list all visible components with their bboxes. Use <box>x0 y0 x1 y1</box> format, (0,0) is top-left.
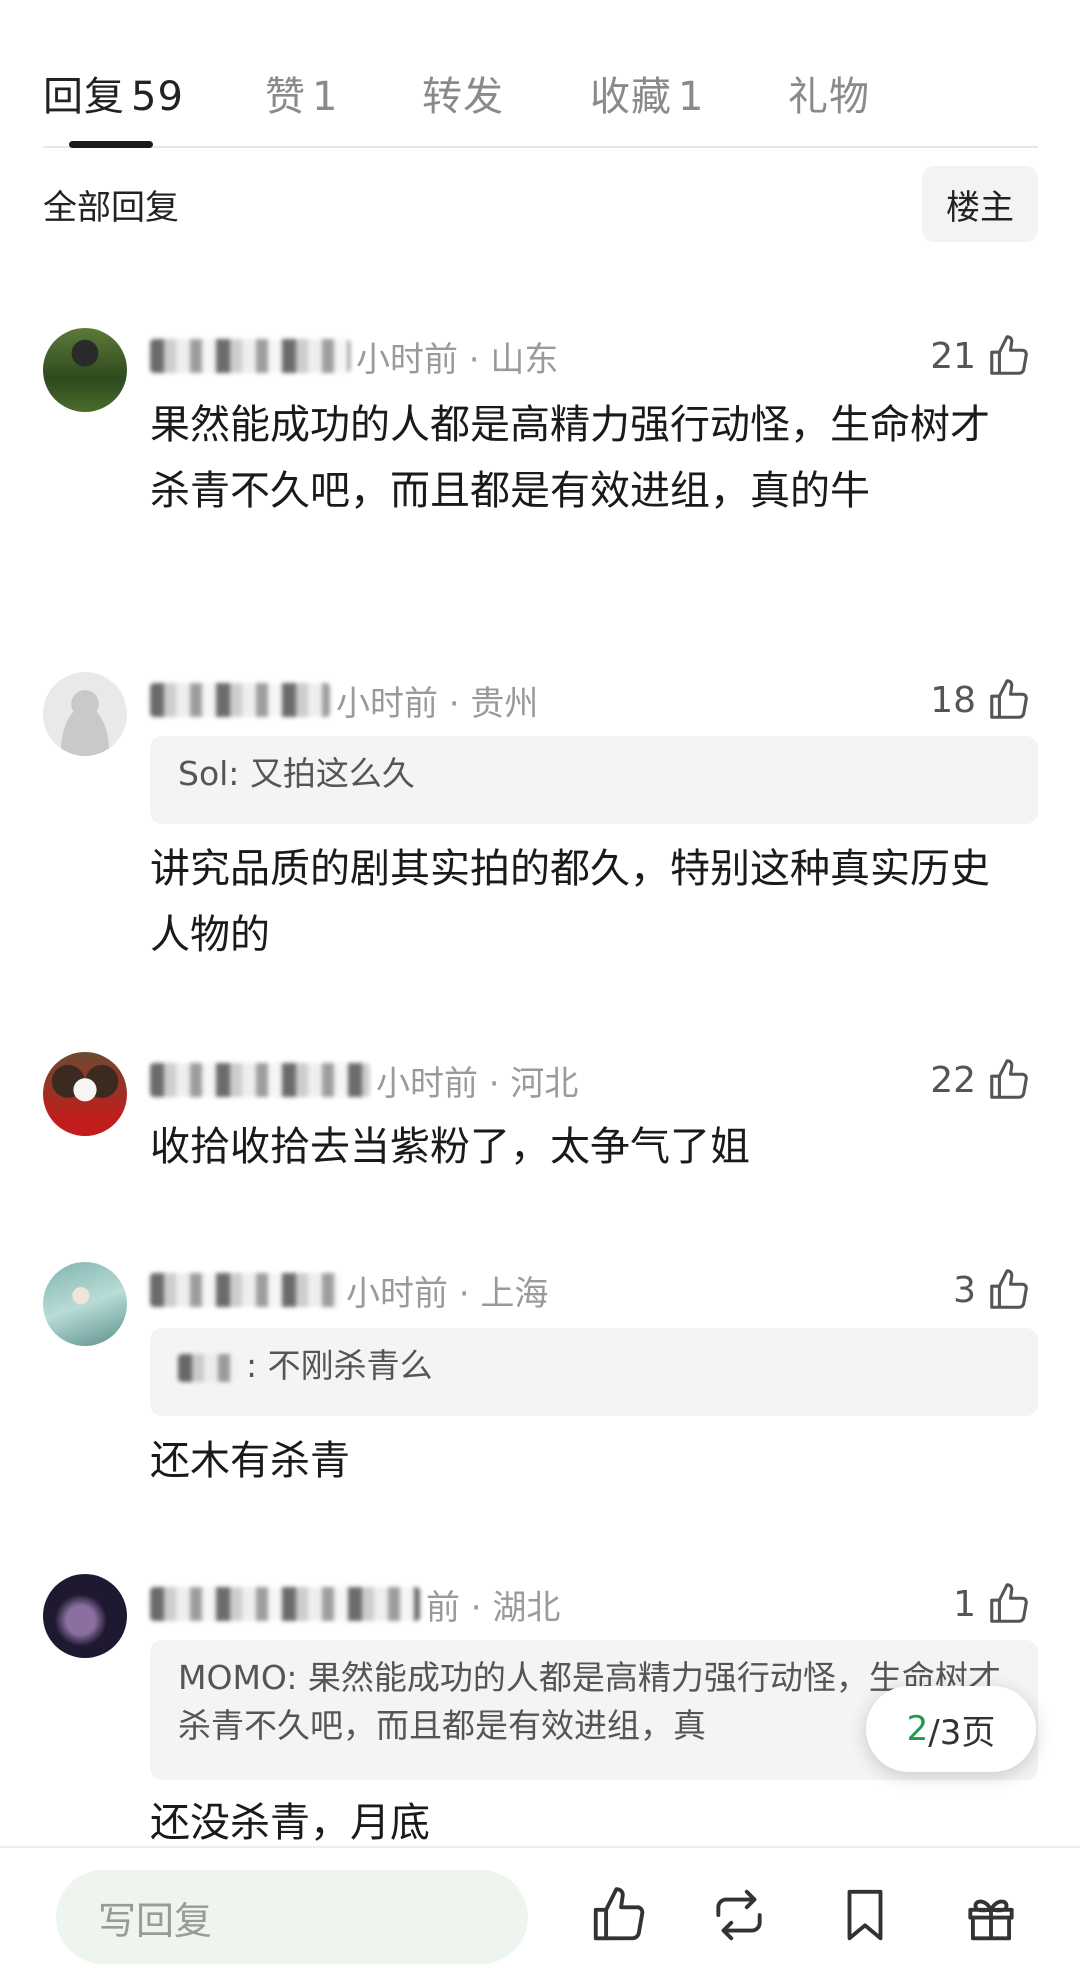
like-count: 22 <box>930 1059 976 1101</box>
avatar[interactable] <box>43 1574 127 1658</box>
like-count: 1 <box>953 1583 976 1625</box>
comment-meta: 前 · 湖北 <box>150 1582 561 1628</box>
tab-replies[interactable]: 回复 59 <box>43 64 184 122</box>
username-redacted[interactable] <box>150 1587 420 1621</box>
repost-icon[interactable] <box>708 1884 770 1946</box>
comment-meta: 小时前 · 贵州 <box>150 678 539 724</box>
comment-time-location: 前 · 湖北 <box>426 1587 561 1628</box>
username-redacted[interactable] <box>150 1273 340 1307</box>
quoted-reply[interactable]: : 不刚杀青么 <box>150 1328 1038 1416</box>
like-button[interactable]: 1 <box>953 1582 1032 1626</box>
comment-meta: 小时前 · 山东 <box>150 334 559 380</box>
comment-text: 还木有杀青 <box>150 1438 350 1484</box>
thumbs-up-icon <box>990 1583 1028 1623</box>
comment-time-location: 小时前 · 河北 <box>376 1063 579 1104</box>
tab-replies-label: 回复 <box>43 74 125 120</box>
thumbs-up-icon <box>990 335 1028 375</box>
thumbs-up-icon[interactable] <box>588 1884 650 1946</box>
comment-text: 收拾收拾去当紫粉了，太争气了姐 <box>150 1124 750 1170</box>
thumbs-up-icon <box>990 1059 1028 1099</box>
username-redacted[interactable] <box>150 339 350 373</box>
quoted-text: : 不刚杀青么 <box>246 1346 433 1385</box>
like-button[interactable]: 22 <box>930 1058 1032 1102</box>
avatar[interactable] <box>43 1262 127 1346</box>
comment-text: 果然能成功的人都是高精力强行动怪，生命树才杀青不久吧，而且都是有效进组，真的牛 <box>150 402 990 514</box>
owner-only-button[interactable]: 楼主 <box>922 166 1038 242</box>
like-count: 3 <box>953 1269 976 1311</box>
tab-gifts-label: 礼物 <box>788 74 870 120</box>
avatar[interactable] <box>43 672 127 756</box>
comment-time-location: 小时前 · 山东 <box>356 339 559 380</box>
like-button[interactable]: 21 <box>930 334 1032 378</box>
like-button[interactable]: 18 <box>930 678 1032 722</box>
quoted-username-redacted <box>178 1353 240 1382</box>
comment-meta: 小时前 · 上海 <box>150 1268 549 1314</box>
bookmark-icon[interactable] <box>834 1884 896 1946</box>
tab-bar: 回复 59 赞1 转发 收藏 1 礼物 <box>43 58 1038 148</box>
all-replies-heading: 全部回复 <box>43 188 179 228</box>
comment-time-location: 小时前 · 贵州 <box>336 683 539 724</box>
like-count: 21 <box>930 335 976 377</box>
tab-reposts[interactable]: 转发 <box>422 64 504 122</box>
bottom-action-bar: 写回复 <box>0 1846 1080 1988</box>
tab-reposts-label: 转发 <box>422 74 504 120</box>
thumbs-up-icon <box>990 1269 1028 1309</box>
reply-input[interactable]: 写回复 <box>56 1870 528 1964</box>
tab-favorites-count: 1 <box>678 74 705 120</box>
tab-favorites-label: 收藏 <box>590 74 672 120</box>
comment-text: 讲究品质的剧其实拍的都久，特别这种真实历史人物的 <box>150 846 990 958</box>
page-total: /3页 <box>928 1712 996 1753</box>
page-indicator[interactable]: 2/3页 <box>866 1686 1036 1772</box>
comment-time-location: 小时前 · 上海 <box>346 1273 549 1314</box>
avatar[interactable] <box>43 1052 127 1136</box>
gift-icon[interactable] <box>960 1884 1022 1946</box>
username-redacted[interactable] <box>150 683 330 717</box>
quoted-reply[interactable]: Sol: 又拍这么久 <box>150 736 1038 824</box>
tab-gifts[interactable]: 礼物 <box>788 64 870 122</box>
avatar[interactable] <box>43 328 127 412</box>
thumbs-up-icon <box>990 679 1028 719</box>
like-button[interactable]: 3 <box>953 1268 1032 1312</box>
page-current: 2 <box>906 1709 929 1749</box>
tab-likes[interactable]: 赞1 <box>265 64 338 122</box>
tab-likes-count: 1 <box>312 74 339 120</box>
username-redacted[interactable] <box>150 1063 370 1097</box>
tab-replies-count: 59 <box>131 74 184 120</box>
like-count: 18 <box>930 679 976 721</box>
tab-favorites[interactable]: 收藏 1 <box>590 64 704 122</box>
active-tab-indicator <box>69 141 153 148</box>
comment-meta: 小时前 · 河北 <box>150 1058 579 1104</box>
tab-likes-label: 赞 <box>265 74 306 120</box>
